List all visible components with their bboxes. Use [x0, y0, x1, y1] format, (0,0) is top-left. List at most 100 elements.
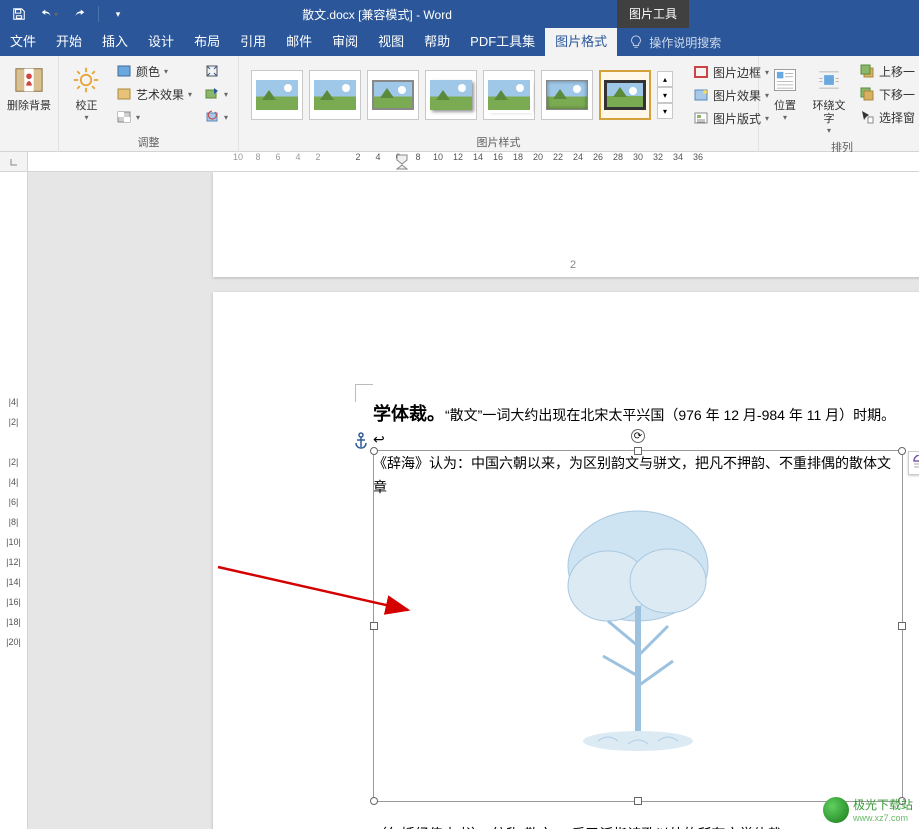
style-thumb-2[interactable] [309, 70, 361, 120]
style-thumb-6[interactable] [541, 70, 593, 120]
ribbon: 删除背景 校正 ▾ 颜色▾ 艺术效果▾ ▾ ▾ ▾ 调整 [0, 56, 919, 152]
tell-me-label: 操作说明搜索 [649, 34, 721, 51]
group-label-styles: 图片样式 [239, 134, 758, 152]
remove-bg-icon [13, 64, 45, 96]
paragraph-1: “散文”一词大约出现在北宋太平兴国（976 年 12 月-984 年 11 月）… [445, 407, 895, 423]
group-picture-styles: ▴ ▾ ▾ 图片边框▾ 图片效果▾ 图片版式▾ 图片样式 [239, 56, 759, 152]
reset-picture-button[interactable]: ▾ [200, 106, 232, 128]
watermark-logo-icon [823, 797, 849, 823]
quick-access-toolbar: ▾ ▾ [0, 2, 137, 26]
style-thumb-1[interactable] [251, 70, 303, 120]
position-button[interactable]: 位置▾ [765, 60, 805, 122]
image-content [374, 451, 902, 801]
indent-marker[interactable] [396, 154, 408, 170]
gallery-up-button[interactable]: ▴ [657, 71, 673, 87]
resize-handle-w[interactable] [370, 622, 378, 630]
menu-bar: 文件 开始 插入 设计 布局 引用 邮件 审阅 视图 帮助 PDF工具集 图片格… [0, 28, 919, 56]
tab-picture-format[interactable]: 图片格式 [545, 28, 617, 56]
resize-handle-e[interactable] [898, 622, 906, 630]
transparency-button[interactable]: ▾ [112, 106, 196, 128]
change-icon [204, 86, 220, 102]
gallery-more-button[interactable]: ▾ [657, 103, 673, 119]
sun-icon [70, 64, 102, 96]
wrap-icon [813, 64, 845, 96]
tab-view[interactable]: 视图 [368, 28, 414, 56]
reset-icon [204, 109, 220, 125]
style-thumb-5[interactable] [483, 70, 535, 120]
tab-file[interactable]: 文件 [0, 28, 46, 56]
style-thumb-3[interactable] [367, 70, 419, 120]
group-arrange: 位置▾ 环绕文字▾ 上移一 下移一 选择窗 排列 [759, 56, 919, 152]
contextual-tool-tab[interactable]: 图片工具 [617, 0, 689, 28]
page-number: 2 [570, 259, 576, 271]
border-icon [693, 64, 709, 80]
ruler-horizontal[interactable]: 10864224681012141618202224262830323436 [0, 152, 919, 172]
selected-image[interactable]: ⟳ [373, 450, 903, 802]
redo-button[interactable] [66, 2, 92, 26]
transparency-icon [116, 109, 132, 125]
backward-icon [859, 86, 875, 102]
resize-handle-nw[interactable] [370, 447, 378, 455]
tab-pdf-tools[interactable]: PDF工具集 [460, 28, 545, 56]
tab-home[interactable]: 开始 [46, 28, 92, 56]
document-canvas[interactable]: 2 学体裁。“散文”一词大约出现在北宋太平兴国（976 年 12 月-984 年… [28, 172, 919, 829]
margin-corner-icon [355, 384, 373, 402]
compress-icon [204, 63, 220, 79]
change-picture-button[interactable]: ▾ [200, 83, 232, 105]
gallery-nav: ▴ ▾ ▾ [657, 71, 673, 119]
document-title: 散文.docx [兼容模式] - Word [137, 6, 617, 23]
corrections-button[interactable]: 校正 ▾ [65, 60, 108, 122]
tab-design[interactable]: 设计 [138, 28, 184, 56]
effects-icon [693, 87, 709, 103]
anchor-icon[interactable] [353, 432, 369, 455]
title-fragment: 学体裁。 [373, 404, 445, 424]
gallery-down-button[interactable]: ▾ [657, 87, 673, 103]
palette-icon [116, 63, 132, 79]
rotate-handle[interactable]: ⟳ [631, 429, 645, 443]
ruler-corner[interactable] [0, 152, 28, 172]
position-icon [769, 64, 801, 96]
tab-references[interactable]: 引用 [230, 28, 276, 56]
selection-pane-button[interactable]: 选择窗 [855, 106, 919, 128]
tab-layout[interactable]: 布局 [184, 28, 230, 56]
title-bar: ▾ ▾ 散文.docx [兼容模式] - Word 图片工具 [0, 0, 919, 28]
style-thumb-7[interactable] [599, 70, 651, 120]
watermark-url: www.xz7.com [853, 813, 913, 823]
undo-button[interactable]: ▾ [36, 2, 62, 26]
previous-page-tail: 2 [213, 172, 919, 277]
save-button[interactable] [6, 2, 32, 26]
send-backward-button[interactable]: 下移一 [855, 83, 919, 105]
group-remove-bg: 删除背景 [0, 56, 59, 152]
resize-handle-ne[interactable] [898, 447, 906, 455]
tab-review[interactable]: 审阅 [322, 28, 368, 56]
resize-handle-n[interactable] [634, 447, 642, 455]
tab-help[interactable]: 帮助 [414, 28, 460, 56]
group-label-adjust: 调整 [59, 134, 238, 152]
layout-icon [693, 110, 709, 126]
bring-forward-button[interactable]: 上移一 [855, 60, 919, 82]
tab-insert[interactable]: 插入 [92, 28, 138, 56]
paragraph-3: （包括经传史书），统称“散文”。后又泛指诗歌以外的所有文学体裁 [373, 824, 781, 829]
compress-pictures-button[interactable] [200, 60, 232, 82]
tree-illustration [528, 496, 748, 756]
brush-icon [116, 86, 132, 102]
lightbulb-icon [629, 35, 643, 49]
resize-handle-s[interactable] [634, 797, 642, 805]
style-thumb-4[interactable] [425, 70, 477, 120]
artistic-effects-button[interactable]: 艺术效果▾ [112, 83, 196, 105]
picture-styles-gallery: ▴ ▾ ▾ [245, 64, 679, 126]
resize-handle-sw[interactable] [370, 797, 378, 805]
forward-icon [859, 63, 875, 79]
remove-background-button[interactable]: 删除背景 [6, 60, 52, 113]
ruler-vertical[interactable]: |4||2||2||4||6||8||10||12||14||16||18||2… [0, 172, 28, 829]
group-adjust: 校正 ▾ 颜色▾ 艺术效果▾ ▾ ▾ ▾ 调整 [59, 56, 239, 152]
layout-options-button[interactable] [908, 451, 919, 475]
color-button[interactable]: 颜色▾ [112, 60, 196, 82]
watermark: 极光下载站 www.xz7.com [823, 796, 913, 823]
work-area: |4||2||2||4||6||8||10||12||14||16||18||2… [0, 172, 919, 829]
customize-qat-button[interactable]: ▾ [105, 2, 131, 26]
wrap-text-button[interactable]: 环绕文字▾ [809, 60, 849, 135]
tab-mailings[interactable]: 邮件 [276, 28, 322, 56]
tell-me-search[interactable]: 操作说明搜索 [617, 34, 721, 51]
watermark-name: 极光下载站 [853, 796, 913, 813]
